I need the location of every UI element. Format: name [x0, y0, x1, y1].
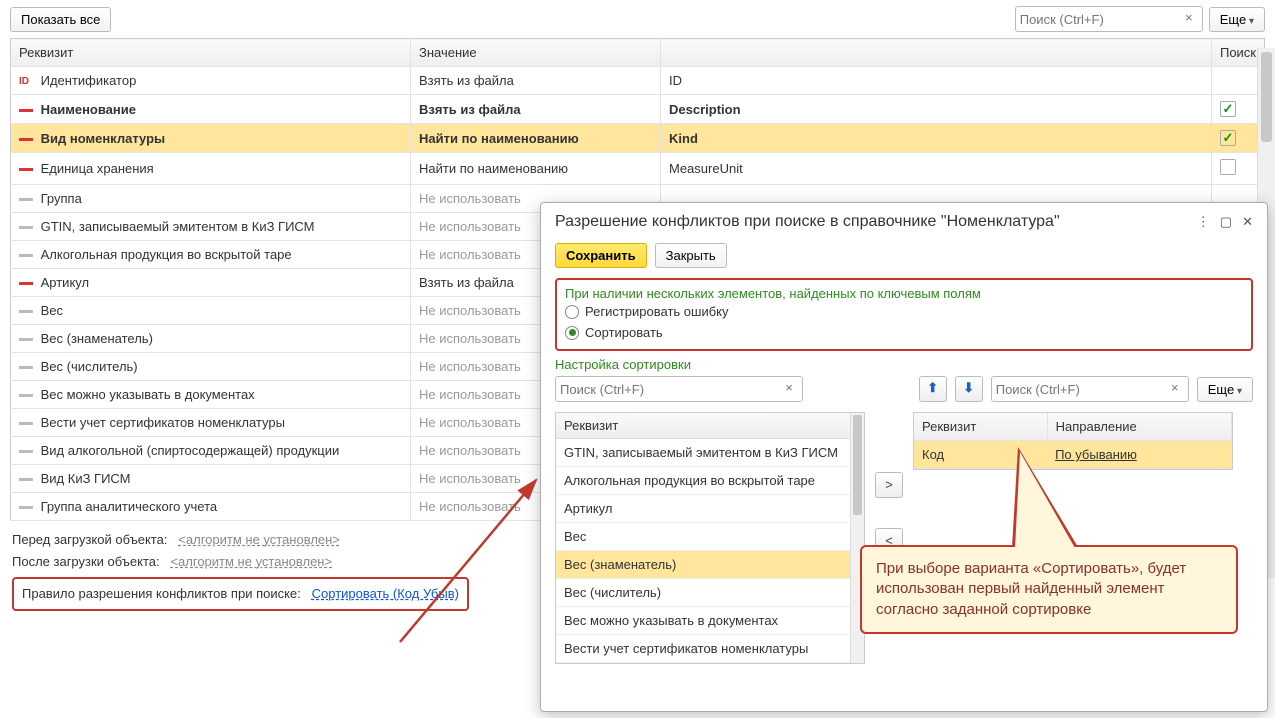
list-item[interactable]: Вес — [556, 523, 864, 551]
after-load-label: После загрузки объекта: — [12, 554, 160, 569]
move-up-button[interactable]: ⬆ — [919, 376, 947, 402]
available-attributes-list: Реквизит GTIN, записываемый эмитентом в … — [555, 412, 865, 664]
radio-sort[interactable]: Сортировать — [565, 322, 1243, 343]
search-left[interactable]: × — [555, 376, 803, 402]
before-load-link[interactable]: <алгоритм не установлен> — [178, 532, 340, 547]
col-rekvizit[interactable]: Реквизит — [11, 39, 411, 67]
clear-icon[interactable]: × — [1166, 380, 1184, 398]
conflict-rule-label: Правило разрешения конфликтов при поиске… — [22, 586, 301, 601]
show-all-button[interactable]: Показать все — [10, 7, 111, 32]
move-down-button[interactable]: ⬇ — [955, 376, 983, 402]
checkbox-icon[interactable] — [1220, 159, 1236, 175]
search-right[interactable]: × — [991, 376, 1189, 402]
checkbox-icon[interactable]: ✓ — [1220, 101, 1236, 117]
col-source[interactable] — [661, 39, 1212, 67]
sort-settings-label: Настройка сортировки — [555, 357, 1253, 372]
col-value[interactable]: Значение — [411, 39, 661, 67]
add-button[interactable]: > — [875, 472, 903, 498]
close-button[interactable]: Закрыть — [655, 243, 727, 268]
kebab-icon[interactable]: ⋮ — [1197, 214, 1210, 230]
table-row[interactable]: Единица храненияНайти по наименованиюMea… — [11, 153, 1265, 185]
table-row[interactable]: ID ИдентификаторВзять из файлаID — [11, 67, 1265, 95]
list-item[interactable]: Алкогольная продукция во вскрытой таре — [556, 467, 864, 495]
conflict-dialog: Разрешение конфликтов при поиске в справ… — [540, 202, 1268, 712]
radio-register-error[interactable]: Регистрировать ошибку — [565, 301, 1243, 322]
list-item[interactable]: Вес (знаменатель) — [556, 551, 864, 579]
more-button-dlg[interactable]: Еще — [1197, 377, 1253, 402]
after-load-link[interactable]: <алгоритм не установлен> — [170, 554, 332, 569]
clear-search-icon[interactable]: × — [1180, 10, 1198, 28]
close-icon[interactable]: ✕ — [1242, 214, 1253, 230]
section-heading: При наличии нескольких элементов, найден… — [565, 286, 1243, 301]
callout-annotation: При выборе варианта «Сортировать», будет… — [860, 545, 1238, 634]
list-item[interactable]: Вес можно указывать в документах — [556, 607, 864, 635]
checkbox-icon[interactable]: ✓ — [1220, 130, 1236, 146]
search-field[interactable] — [1020, 12, 1180, 27]
table-row[interactable]: НаименованиеВзять из файлаDescription✓ — [11, 95, 1265, 124]
list-item[interactable]: Артикул — [556, 495, 864, 523]
search-input-top[interactable]: × — [1015, 6, 1203, 32]
list-item[interactable]: Вести учет сертификатов номенклатуры — [556, 635, 864, 663]
maximize-icon[interactable]: ▢ — [1220, 214, 1232, 230]
sort-col-dir[interactable]: Направление — [1047, 413, 1231, 441]
list-header-left[interactable]: Реквизит — [556, 413, 864, 439]
table-row[interactable]: Вид номенклатурыНайти по наименованиюKin… — [11, 124, 1265, 153]
more-button-top[interactable]: Еще — [1209, 7, 1265, 32]
conflict-rule-link[interactable]: Сортировать (Код Убыв) — [312, 586, 459, 601]
before-load-label: Перед загрузкой объекта: — [12, 532, 167, 547]
list-item[interactable]: GTIN, записываемый эмитентом в КиЗ ГИСМ — [556, 439, 864, 467]
list-item[interactable]: Вес (числитель) — [556, 579, 864, 607]
sort-col-rekv[interactable]: Реквизит — [914, 413, 1047, 441]
save-button[interactable]: Сохранить — [555, 243, 647, 268]
clear-icon[interactable]: × — [780, 380, 798, 398]
dialog-title: Разрешение конфликтов при поиске в справ… — [555, 213, 1197, 231]
